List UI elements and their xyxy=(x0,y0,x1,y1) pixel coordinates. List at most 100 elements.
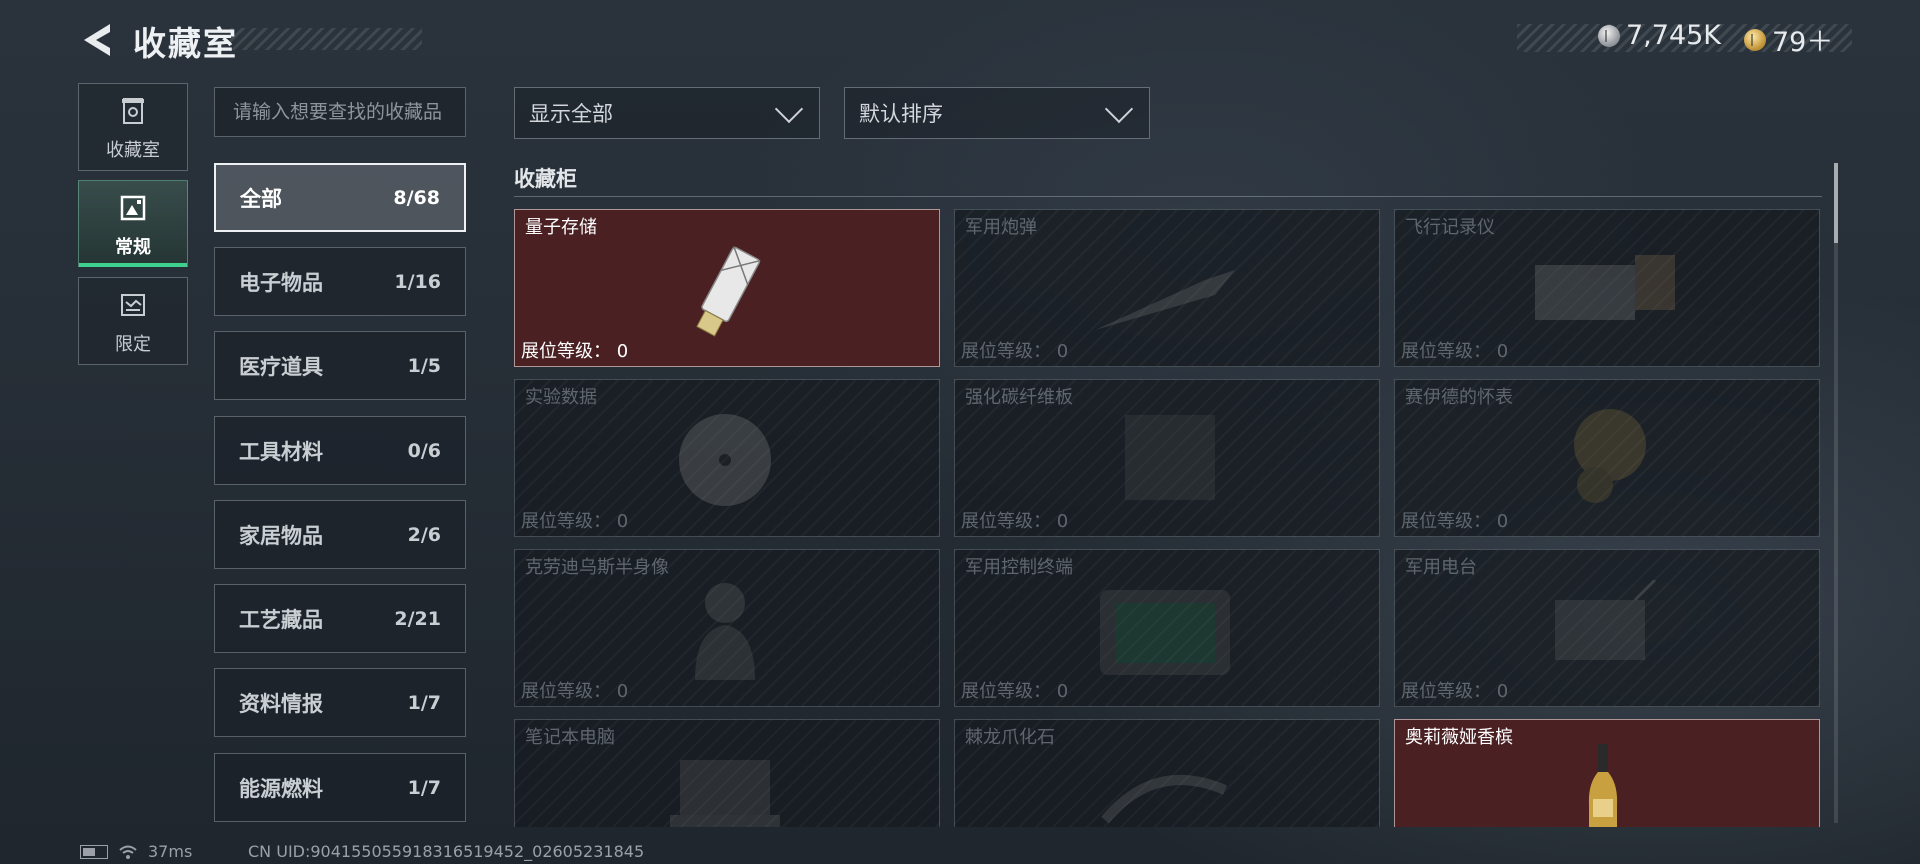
category-count: 1/7 xyxy=(407,776,441,799)
collection-card[interactable]: 军用控制终端 展位等级： 0 xyxy=(954,549,1380,707)
item-name: 量子存储 xyxy=(525,217,597,238)
silver-amount: 7,745K xyxy=(1626,20,1722,51)
item-level: 展位等级： 0 xyxy=(961,677,1068,703)
level-value: 0 xyxy=(616,681,629,702)
item-level: 展位等级： 0 xyxy=(521,337,628,363)
item-name: 军用控制终端 xyxy=(965,557,1073,578)
level-label: 展位等级： xyxy=(961,511,1051,532)
gold-coin-icon xyxy=(1744,28,1766,51)
limited-icon xyxy=(121,294,145,316)
currency-gold[interactable]: 79＋ xyxy=(1744,20,1833,59)
collection-card[interactable]: 奥莉薇娅香槟 xyxy=(1394,719,1820,827)
item-name: 军用电台 xyxy=(1405,557,1477,578)
category-crafts[interactable]: 工艺藏品 2/21 xyxy=(214,584,466,653)
carbon-plate-icon xyxy=(1125,415,1215,500)
sort-dropdown[interactable]: 默认排序 xyxy=(844,87,1150,139)
category-household[interactable]: 家居物品 2/6 xyxy=(214,500,466,569)
collection-card[interactable]: 赛伊德的怀表 展位等级： 0 xyxy=(1394,379,1820,537)
category-name: 工艺藏品 xyxy=(239,607,323,632)
uid-text: CN UID:904155055918316519452_02605231845 xyxy=(248,842,645,861)
collection-card[interactable]: 飞行记录仪 展位等级： 0 xyxy=(1394,209,1820,367)
category-all[interactable]: 全部 8/68 xyxy=(214,163,466,232)
sort-value: 默认排序 xyxy=(859,102,943,126)
item-name: 实验数据 xyxy=(525,387,597,408)
ping-value: 37ms xyxy=(148,842,193,861)
item-name: 克劳迪乌斯半身像 xyxy=(525,557,669,578)
category-count: 2/21 xyxy=(394,607,441,630)
active-indicator xyxy=(79,263,187,267)
currency-silver: 7,745K xyxy=(1598,20,1721,51)
bust-statue-icon xyxy=(695,583,755,680)
title-decoration xyxy=(230,28,422,50)
back-arrow-icon[interactable] xyxy=(78,20,114,60)
level-label: 展位等级： xyxy=(521,341,611,362)
category-electronics[interactable]: 电子物品 1/16 xyxy=(214,247,466,316)
fossil-claw-icon xyxy=(1101,775,1227,824)
collection-card[interactable]: 量子存储 展位等级： 0 xyxy=(514,209,940,367)
level-label: 展位等级： xyxy=(1401,681,1491,702)
level-value: 0 xyxy=(616,511,629,532)
champagne-bottle-icon xyxy=(1588,744,1618,827)
nav-regular-label: 常规 xyxy=(115,237,151,258)
category-count: 0/6 xyxy=(407,439,441,462)
collection-grid: 量子存储 展位等级： 0 军用炮弹 展位等级： 0 飞行记录仪 展位等级： 0 … xyxy=(514,209,1822,827)
section-divider xyxy=(514,196,1822,197)
category-name: 家居物品 xyxy=(239,523,323,548)
item-name: 奥莉薇娅香槟 xyxy=(1405,727,1513,748)
level-value: 0 xyxy=(616,341,629,362)
grid-scrollbar[interactable] xyxy=(1834,163,1838,823)
category-name: 资料情报 xyxy=(239,691,323,716)
silver-coin-icon xyxy=(1598,24,1620,47)
chevron-down-icon xyxy=(1104,94,1134,124)
category-tools[interactable]: 工具材料 0/6 xyxy=(214,416,466,485)
collection-card[interactable]: 克劳迪乌斯半身像 展位等级： 0 xyxy=(514,549,940,707)
level-label: 展位等级： xyxy=(961,681,1051,702)
disc-icon xyxy=(679,414,771,506)
category-intel[interactable]: 资料情报 1/7 xyxy=(214,668,466,737)
level-label: 展位等级： xyxy=(1401,511,1491,532)
nav-vault[interactable]: 收藏室 xyxy=(78,83,188,171)
category-count: 1/16 xyxy=(394,270,441,293)
level-value: 0 xyxy=(1496,341,1509,362)
search-input[interactable] xyxy=(214,87,466,137)
level-value: 0 xyxy=(1496,681,1509,702)
item-level: 展位等级： 0 xyxy=(961,507,1068,533)
category-count: 8/68 xyxy=(393,186,440,209)
chevron-down-icon xyxy=(774,94,804,124)
category-name: 工具材料 xyxy=(239,439,323,464)
collection-card[interactable]: 实验数据 展位等级： 0 xyxy=(514,379,940,537)
category-medical[interactable]: 医疗道具 1/5 xyxy=(214,331,466,400)
control-terminal-icon xyxy=(1100,590,1230,675)
category-energy[interactable]: 能源燃料 1/7 xyxy=(214,753,466,822)
display-filter-dropdown[interactable]: 显示全部 xyxy=(514,87,820,139)
display-filter-value: 显示全部 xyxy=(529,102,613,126)
collection-card[interactable]: 军用炮弹 展位等级： 0 xyxy=(954,209,1380,367)
collection-card[interactable]: 棘龙爪化石 xyxy=(954,719,1380,827)
frame-icon xyxy=(120,195,146,221)
scroll-thumb[interactable] xyxy=(1834,163,1838,243)
nav-regular[interactable]: 常规 xyxy=(78,180,188,267)
shell-icon xyxy=(1095,270,1235,330)
top-bar: 收藏室 7,745K 79＋ xyxy=(0,0,1920,80)
section-title: 收藏柜 xyxy=(514,167,577,191)
level-value: 0 xyxy=(1056,341,1069,362)
category-name: 能源燃料 xyxy=(239,776,323,801)
status-bar: 37ms xyxy=(80,842,192,861)
category-name: 全部 xyxy=(240,186,282,211)
item-name: 棘龙爪化石 xyxy=(965,727,1055,748)
nav-limited[interactable]: 限定 xyxy=(78,277,188,365)
radio-icon xyxy=(1555,580,1657,660)
item-level: 展位等级： 0 xyxy=(1401,337,1508,363)
level-value: 0 xyxy=(1056,511,1069,532)
laptop-icon xyxy=(670,760,780,827)
collection-card[interactable]: 强化碳纤维板 展位等级： 0 xyxy=(954,379,1380,537)
flight-recorder-icon xyxy=(1535,255,1675,320)
level-label: 展位等级： xyxy=(1401,341,1491,362)
item-name: 军用炮弹 xyxy=(965,217,1037,238)
item-level: 展位等级： 0 xyxy=(1401,677,1508,703)
category-name: 电子物品 xyxy=(239,270,323,295)
battery-icon xyxy=(80,844,108,859)
item-level: 展位等级： 0 xyxy=(521,507,628,533)
collection-card[interactable]: 笔记本电脑 xyxy=(514,719,940,827)
collection-card[interactable]: 军用电台 展位等级： 0 xyxy=(1394,549,1820,707)
